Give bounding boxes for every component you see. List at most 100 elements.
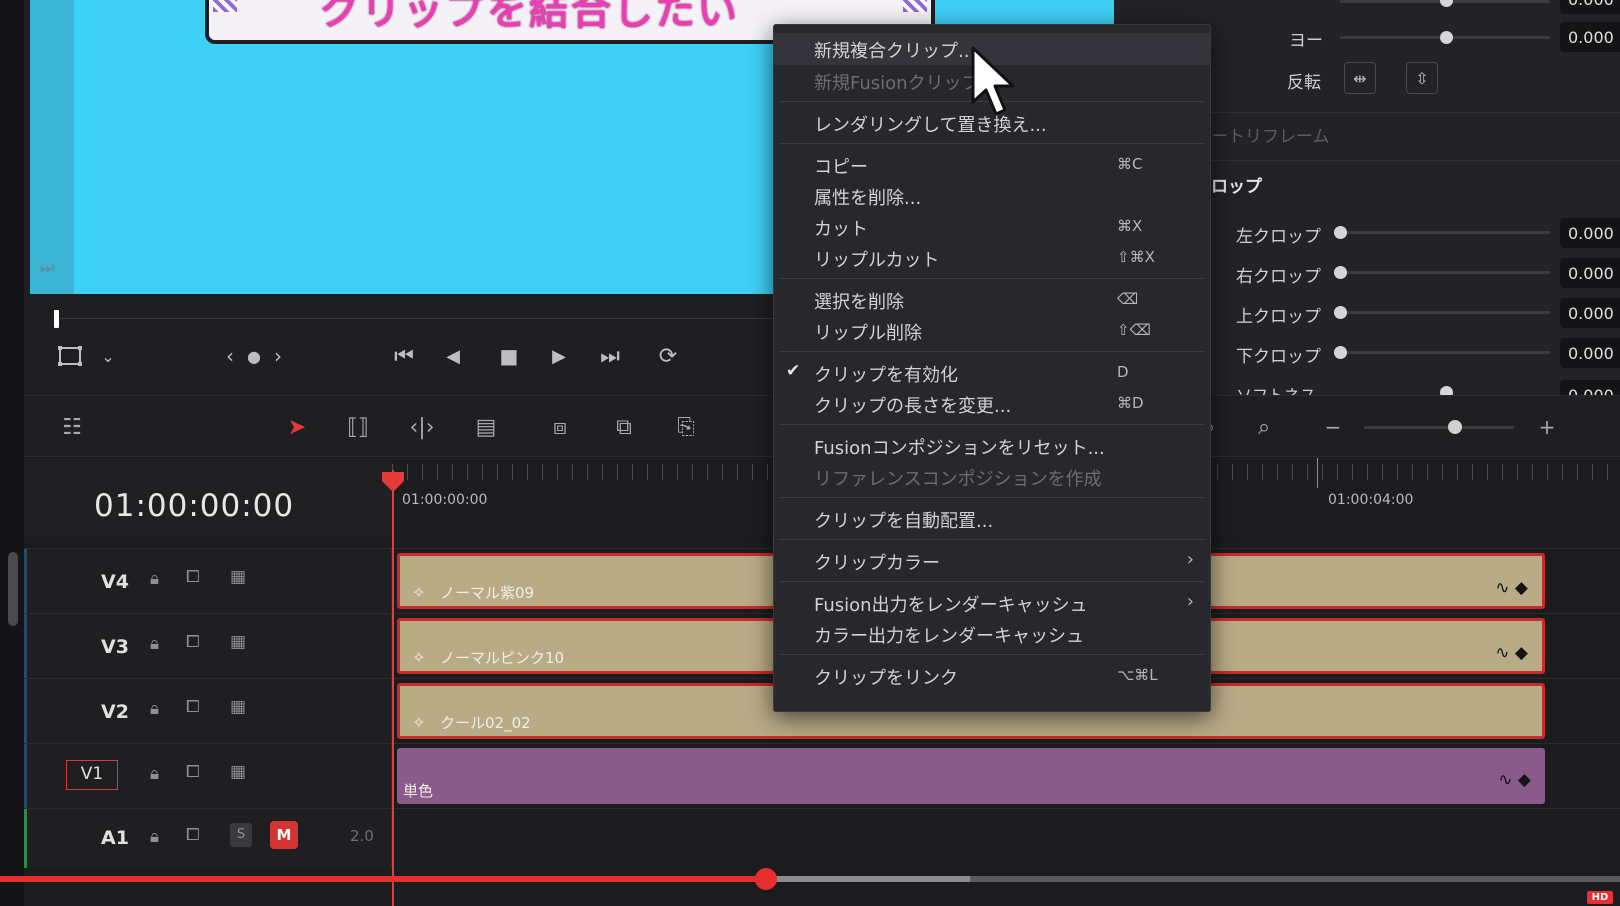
zoom-slider[interactable] <box>1364 426 1514 429</box>
zoom-out-button[interactable]: − <box>1318 410 1348 444</box>
menu-item-ripple-cut[interactable]: リップルカット ⇧⌘X <box>774 242 1210 274</box>
menu-item-remove-attributes[interactable]: 属性を削除... <box>774 180 1210 212</box>
clip-v1-solid[interactable]: 単色 ∿ ◆ <box>397 748 1545 804</box>
crop-right-slider[interactable] <box>1334 271 1550 274</box>
video-enable-icon[interactable]: ▦ <box>230 697 246 717</box>
pitch-value[interactable]: 0.000 <box>1560 0 1620 14</box>
timeline-timecode[interactable]: 01:00:00:00 <box>94 488 294 524</box>
curve-keyframe-icon[interactable]: ∿ ◆ <box>1495 643 1528 663</box>
timeline-playhead[interactable] <box>392 470 394 906</box>
menu-item-copy[interactable]: コピー ⌘C <box>774 149 1210 181</box>
overwrite-clip-icon[interactable]: ⧉ <box>602 410 646 444</box>
crop-right-knob[interactable] <box>1334 266 1347 279</box>
menu-item-auto-align-clips[interactable]: クリップを自動配置... <box>774 503 1210 535</box>
crop-bottom-value[interactable]: 0.000 <box>1560 338 1620 368</box>
yaw-value[interactable]: 0.000 <box>1560 22 1620 52</box>
menu-item-cut[interactable]: カット ⌘X <box>774 211 1210 243</box>
menu-item-render-cache-color-output[interactable]: カラー出力をレンダーキャッシュ <box>774 618 1210 650</box>
clip-name: ノーマル紫09 <box>440 584 535 602</box>
lock-icon[interactable]: 🔒︎ <box>150 827 159 847</box>
menu-separator <box>780 278 1204 279</box>
play-icon[interactable]: ▶ <box>542 336 576 376</box>
go-to-end-icon[interactable]: ⏭ <box>40 258 54 278</box>
dynamic-trim-icon[interactable]: ‹|› <box>400 410 444 444</box>
softness-knob[interactable] <box>1440 386 1453 395</box>
reverse-icon[interactable]: ◀ <box>436 336 470 376</box>
crop-right-value[interactable]: 0.000 <box>1560 258 1620 288</box>
ruler-label-end: 01:00:04:00 <box>1328 492 1414 508</box>
auto-select-icon[interactable]: ⧠ <box>186 825 200 845</box>
left-edge-strip <box>0 0 24 906</box>
next-keyframe-icon[interactable]: › <box>268 336 288 376</box>
checkmark-icon: ✔ <box>786 361 801 381</box>
crop-left-knob[interactable] <box>1334 226 1347 239</box>
keyframe-dot-icon[interactable]: ● <box>244 336 264 376</box>
crop-top-knob[interactable] <box>1334 306 1347 319</box>
skip-to-end-icon[interactable]: ⏭ <box>590 336 630 376</box>
yaw-knob[interactable] <box>1440 31 1453 44</box>
fusion-sparkle-icon: ✧ <box>412 583 426 602</box>
viewer-playhead[interactable] <box>54 310 59 328</box>
track-color-bar <box>24 679 27 743</box>
timeline-view-options-icon[interactable]: ☷ <box>50 410 94 444</box>
replace-clip-icon[interactable]: ⎘ <box>664 410 708 444</box>
menu-item-delete-selected[interactable]: 選択を削除 ⌫ <box>774 284 1210 316</box>
track-name-v1-selected[interactable]: V1 <box>66 760 118 790</box>
crop-right-label: 右クロップ <box>1236 267 1321 287</box>
transform-icon[interactable] <box>54 336 86 376</box>
crop-bottom-knob[interactable] <box>1334 346 1347 359</box>
mute-button[interactable]: M <box>270 821 298 849</box>
track-scrollbar[interactable] <box>8 552 18 626</box>
auto-select-icon[interactable]: ⧠ <box>186 697 200 717</box>
crop-left-slider[interactable] <box>1334 231 1550 234</box>
track-header: V4 🔒︎ ⧠ ▦ <box>24 549 392 613</box>
pitch-knob[interactable] <box>1440 0 1453 7</box>
prev-keyframe-icon[interactable]: ‹ <box>220 336 240 376</box>
menu-item-clip-color[interactable]: クリップカラー › <box>774 545 1210 577</box>
video-progress-fill <box>0 876 767 882</box>
auto-select-icon[interactable]: ⧠ <box>186 762 200 782</box>
menu-item-render-cache-fusion-output[interactable]: Fusion出力をレンダーキャッシュ › <box>774 587 1210 619</box>
auto-select-icon[interactable]: ⧠ <box>186 567 200 587</box>
lock-icon[interactable]: 🔒︎ <box>150 569 159 589</box>
crop-top-value[interactable]: 0.000 <box>1560 298 1620 328</box>
video-enable-icon[interactable]: ▦ <box>230 632 246 652</box>
menu-item-enable-clip[interactable]: ✔ クリップを有効化 D <box>774 357 1210 389</box>
track-header: A1 🔒︎ ⧠ S M 2.0 <box>24 809 392 868</box>
lock-icon[interactable]: 🔒︎ <box>150 699 159 719</box>
lock-icon[interactable]: 🔒︎ <box>150 634 159 654</box>
loop-icon[interactable]: ⟳ <box>648 336 688 376</box>
crop-left-value[interactable]: 0.000 <box>1560 218 1620 248</box>
selection-tool-icon[interactable]: ➤ <box>280 410 314 444</box>
video-enable-icon[interactable]: ▦ <box>230 567 246 587</box>
crop-bottom-slider[interactable] <box>1334 351 1550 354</box>
trim-tool-icon[interactable]: ⟦⟧ <box>336 410 380 444</box>
zoom-to-fit-icon[interactable]: ⌕ <box>1242 410 1286 444</box>
insert-clip-icon[interactable]: ⧈ <box>538 410 582 444</box>
blade-tool-icon[interactable]: ▤ <box>464 410 508 444</box>
menu-item-link-clips[interactable]: クリップをリンク ⌥⌘L <box>774 660 1210 692</box>
flip-vertical-button[interactable]: ⇳ <box>1406 62 1438 94</box>
video-enable-icon[interactable]: ▦ <box>230 762 246 782</box>
lock-icon[interactable]: 🔒︎ <box>150 764 159 784</box>
curve-keyframe-icon[interactable]: ∿ ◆ <box>1495 578 1528 598</box>
track-header: V3 🔒︎ ⧠ ▦ <box>24 614 392 678</box>
menu-item-reset-fusion-composition[interactable]: Fusionコンポジションをリセット... <box>774 430 1210 462</box>
auto-select-icon[interactable]: ⧠ <box>186 632 200 652</box>
crop-top-slider[interactable] <box>1334 311 1550 314</box>
menu-item-ripple-delete[interactable]: リップル削除 ⇧⌫ <box>774 315 1210 347</box>
solo-button[interactable]: S <box>230 823 252 847</box>
softness-value[interactable]: 0.000 <box>1560 380 1620 395</box>
softness-label: ソフトネス <box>1236 382 1316 395</box>
zoom-slider-knob[interactable] <box>1448 420 1462 434</box>
skip-to-start-icon[interactable]: ⏮ <box>384 336 424 376</box>
curve-keyframe-icon[interactable]: ∿ ◆ <box>1498 770 1531 790</box>
chevron-down-icon[interactable]: ⌄ <box>96 336 120 376</box>
track-name: V4 <box>101 571 129 593</box>
stop-icon[interactable]: ■ <box>492 336 526 376</box>
flip-horizontal-button[interactable]: ⇹ <box>1344 62 1376 94</box>
menu-item-create-reference-composition[interactable]: リファレンスコンポジションを作成 <box>774 461 1210 493</box>
video-scrubber-knob[interactable] <box>755 868 778 890</box>
zoom-in-button[interactable]: + <box>1532 410 1562 444</box>
menu-item-change-clip-duration[interactable]: クリップの長さを変更... ⌘D <box>774 388 1210 420</box>
